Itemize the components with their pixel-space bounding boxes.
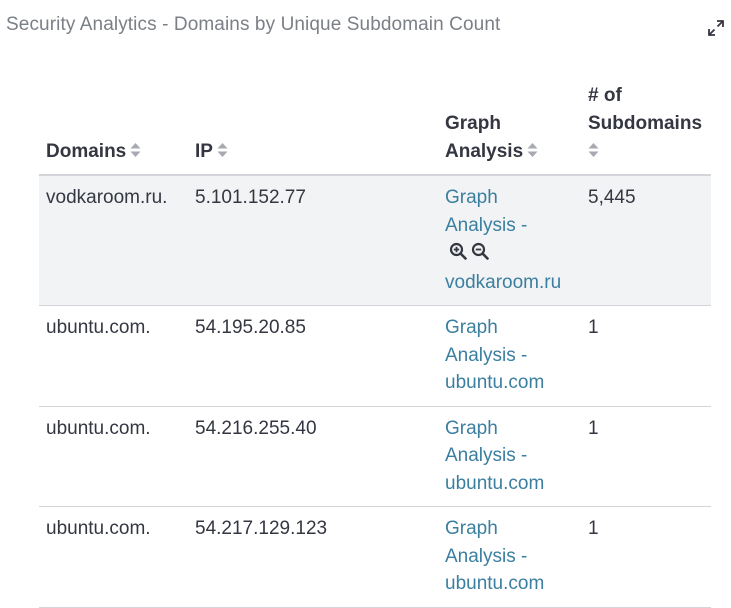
filter-icons bbox=[449, 241, 493, 269]
cell-domain: ubuntu.com. bbox=[39, 406, 188, 507]
link-text-line1: Graph bbox=[445, 518, 498, 539]
cell-ip: 54.216.255.40 bbox=[188, 406, 438, 507]
cell-domain: vodkaroom.ru. bbox=[39, 175, 188, 306]
column-header-label: IP bbox=[195, 141, 213, 162]
link-text-line1: Graph bbox=[445, 317, 498, 338]
data-table-container: Domains IP Graph Analysis # of Subdomain… bbox=[39, 76, 711, 608]
link-text-line1: Graph bbox=[445, 187, 498, 208]
sort-icon[interactable] bbox=[527, 142, 538, 158]
zoom-out-icon[interactable] bbox=[471, 242, 489, 260]
link-text-line2: Analysis - bbox=[445, 344, 528, 366]
expand-arrows-icon[interactable] bbox=[707, 19, 725, 37]
link-text-line3: ubuntu.com bbox=[445, 573, 545, 594]
graph-analysis-link[interactable]: Graph Analysis - ubuntu.com bbox=[445, 418, 544, 494]
cell-subdomain-count: 5,445 bbox=[581, 175, 711, 306]
link-text-line2: Analysis - bbox=[445, 445, 528, 466]
cell-subdomain-count: 1 bbox=[581, 406, 711, 507]
cell-domain: ubuntu.com. bbox=[39, 506, 188, 608]
link-text-line3: ubuntu.com bbox=[445, 472, 545, 494]
column-header-label-line2: Subdomains bbox=[588, 113, 703, 134]
table-header-row: Domains IP Graph Analysis # of Subdomain… bbox=[39, 76, 711, 176]
column-header-label-line1: # of bbox=[588, 85, 622, 106]
cell-graph-analysis: Graph Analysis - ubuntu.com bbox=[438, 506, 581, 608]
cell-graph-analysis: Graph Analysis - ubuntu.com bbox=[438, 305, 581, 407]
sort-icon[interactable] bbox=[217, 142, 228, 158]
cell-ip: 54.195.20.85 bbox=[188, 305, 438, 407]
column-header-graph-analysis[interactable]: Graph Analysis bbox=[438, 76, 581, 176]
sort-icon[interactable] bbox=[130, 142, 141, 158]
table-row: ubuntu.com. 54.217.129.123 Graph Analysis… bbox=[39, 506, 711, 608]
domains-table: Domains IP Graph Analysis # of Subdomain… bbox=[39, 76, 711, 608]
link-text-line2: Analysis - bbox=[445, 214, 528, 236]
graph-analysis-link[interactable]: Graph Analysis - bbox=[445, 187, 527, 236]
column-header-ip[interactable]: IP bbox=[188, 76, 438, 176]
graph-analysis-link[interactable]: Graph Analysis - ubuntu.com bbox=[445, 518, 544, 594]
column-header-label-line1: Graph bbox=[445, 113, 501, 134]
column-header-domains[interactable]: Domains bbox=[39, 76, 188, 176]
column-header-label: Domains bbox=[46, 141, 127, 162]
link-text-line2: Analysis - bbox=[445, 545, 528, 567]
column-header-subdomains[interactable]: # of Subdomains bbox=[581, 76, 711, 176]
table-row: ubuntu.com. 54.216.255.40 Graph Analysis … bbox=[39, 406, 711, 507]
cell-ip: 5.101.152.77 bbox=[188, 175, 438, 306]
link-text-line3: ubuntu.com bbox=[445, 372, 545, 393]
cell-subdomain-count: 1 bbox=[581, 506, 711, 608]
sort-icon[interactable] bbox=[588, 142, 599, 158]
graph-analysis-link[interactable]: Graph Analysis - ubuntu.com bbox=[445, 317, 544, 393]
cell-ip: 54.217.129.123 bbox=[188, 506, 438, 608]
graph-analysis-link-target[interactable]: vodkaroom.ru bbox=[445, 272, 561, 293]
zoom-in-icon[interactable] bbox=[449, 242, 467, 260]
cell-subdomain-count: 1 bbox=[581, 305, 711, 407]
table-row: vodkaroom.ru. 5.101.152.77 Graph Analysis… bbox=[39, 175, 711, 306]
cell-domain: ubuntu.com. bbox=[39, 305, 188, 407]
table-row: ubuntu.com. 54.195.20.85 Graph Analysis -… bbox=[39, 305, 711, 407]
cell-graph-analysis: Graph Analysis - ubuntu.com bbox=[438, 406, 581, 507]
link-text-line1: Graph bbox=[445, 417, 498, 439]
cell-graph-analysis: Graph Analysis - vodkaroom.ru bbox=[438, 175, 581, 306]
column-header-label-line2: Analysis bbox=[445, 141, 524, 162]
panel-title: Security Analytics - Domains by Unique S… bbox=[6, 14, 501, 35]
